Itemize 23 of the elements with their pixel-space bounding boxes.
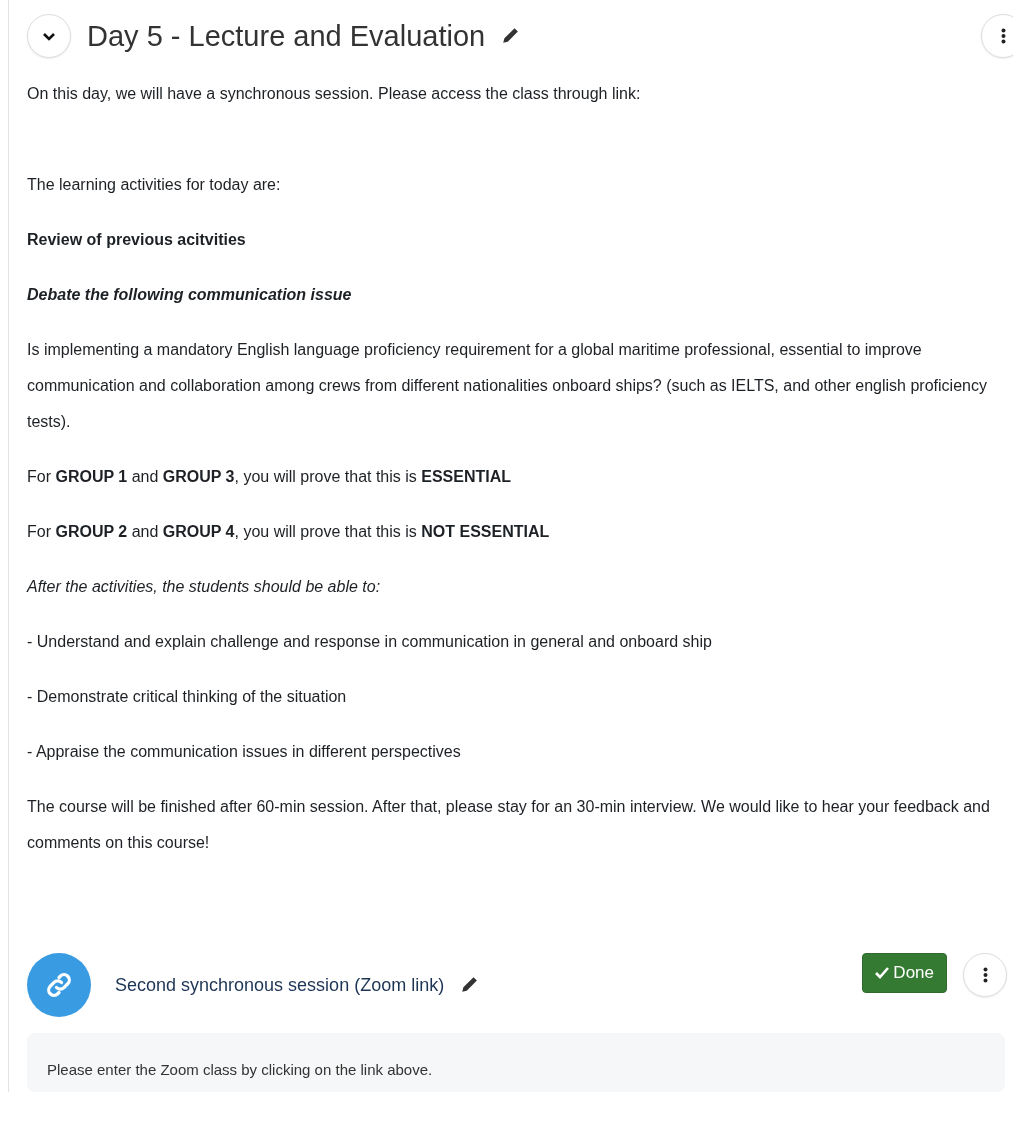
more-options-icon <box>1000 28 1006 44</box>
paragraph: - Demonstrate critical thinking of the situation <box>27 687 348 707</box>
paragraph: - Appraise the communication issues in different perspectives <box>27 742 462 762</box>
section-menu-button[interactable] <box>981 14 1013 58</box>
activity-description: Please enter the Zoom class by clicking on the link above. <box>47 1060 434 1080</box>
more-options-icon <box>982 967 988 983</box>
paragraph: The course will be finished after 60-min session. After that, please stay for an 30-min interview. We would like to hear your feedback and comments on this course! <box>27 797 991 853</box>
pencil-icon[interactable] <box>460 976 479 994</box>
paragraph: On this day, we will have a synchronous session. Please access the class through link: <box>27 84 642 104</box>
paragraph: - Understand and explain challenge and response in communication in general and onboard ship <box>27 632 713 652</box>
done-button[interactable]: Done <box>862 953 947 993</box>
check-icon <box>875 966 890 979</box>
section-title: Day 5 - Lecture and Evaluation <box>87 18 486 54</box>
paragraph: Is implementing a mandatory English language proficiency requirement for a global maritime professional, essential to improve communication and collaboration among crews from different nationalities onboard ships? (such as IELTS, and other english proficiency tests). <box>27 340 988 432</box>
paragraph: Debate the following communication issue <box>27 285 353 305</box>
activity-link[interactable]: Second synchronous session (Zoom link) <box>115 971 445 999</box>
paragraph: The learning activities for today are: <box>27 175 282 195</box>
paragraph: After the activities, the students should be able to: <box>27 577 382 597</box>
paragraph: Review of previous acitvities <box>27 230 247 250</box>
pencil-icon[interactable] <box>501 27 520 45</box>
collapse-toggle[interactable] <box>27 14 71 58</box>
paragraph: For GROUP 2 and GROUP 4, you will prove that this is NOT ESSENTIAL <box>27 522 551 542</box>
paragraph: For GROUP 1 and GROUP 3, you will prove that this is ESSENTIAL <box>27 467 513 487</box>
